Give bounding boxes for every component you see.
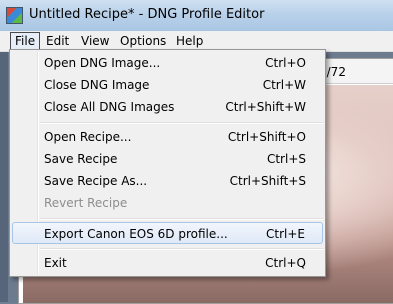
menu-item-shortcut: Ctrl+W [262,78,306,92]
menu-item-label: Exit [44,256,67,270]
menu-view[interactable]: View [77,33,113,49]
title-bar: Untitled Recipe* - DNG Profile Editor [0,0,393,32]
menu-options[interactable]: Options [116,33,170,49]
menu-item-export-profile[interactable]: Export Canon EOS 6D profile... Ctrl+E [12,222,323,244]
window-title: Untitled Recipe* - DNG Profile Editor [29,7,265,22]
menu-item-revert-recipe: Revert Recipe [12,192,323,214]
menu-item-shortcut: Ctrl+Shift+S [229,174,306,188]
menu-item-close-all-dng-images[interactable]: Close All DNG Images Ctrl+Shift+W [12,96,323,118]
menu-item-shortcut: Ctrl+E [266,227,305,241]
menu-item-label: Export Canon EOS 6D profile... [44,227,228,241]
menu-item-shortcut: Ctrl+O [265,56,306,70]
menu-item-close-dng-image[interactable]: Close DNG Image Ctrl+W [12,74,323,96]
menu-item-save-recipe[interactable]: Save Recipe Ctrl+S [12,148,323,170]
menu-separator [40,248,323,250]
menu-separator [40,122,323,124]
menu-file[interactable]: File [10,32,41,50]
app-icon [6,7,23,24]
menu-item-shortcut: Ctrl+Q [265,256,306,270]
menu-separator [40,218,323,220]
file-menu-dropdown: Open DNG Image... Ctrl+O Close DNG Image… [9,49,326,277]
menu-item-shortcut: Ctrl+S [266,152,306,166]
menu-item-label: Save Recipe As... [44,174,148,188]
menu-item-label: Close All DNG Images [44,100,175,114]
menu-edit[interactable]: Edit [42,33,73,49]
menu-item-label: Save Recipe [44,152,118,166]
menu-item-open-dng-image[interactable]: Open DNG Image... Ctrl+O [12,52,323,74]
menu-item-label: Open Recipe... [44,130,132,144]
menu-help[interactable]: Help [172,33,207,49]
menu-item-shortcut: Ctrl+Shift+W [225,100,306,114]
workspace-edge [0,52,8,302]
menu-item-label: Close DNG Image [44,78,150,92]
menu-item-shortcut: Ctrl+Shift+O [227,130,306,144]
menu-item-label: Open DNG Image... [44,56,161,70]
menu-item-label: Revert Recipe [44,196,128,210]
menu-item-exit[interactable]: Exit Ctrl+Q [12,252,323,274]
menu-item-open-recipe[interactable]: Open Recipe... Ctrl+Shift+O [12,126,323,148]
menu-item-save-recipe-as[interactable]: Save Recipe As... Ctrl+Shift+S [12,170,323,192]
